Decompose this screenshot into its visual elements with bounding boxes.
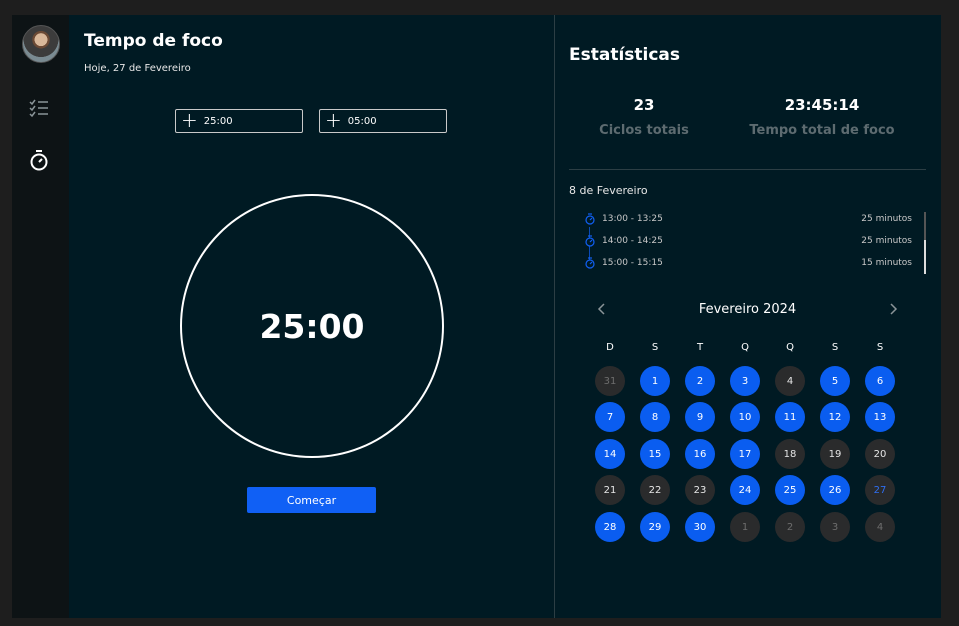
calendar-day[interactable]: 25 <box>775 475 805 505</box>
calendar-day[interactable]: 5 <box>820 366 850 396</box>
page-title: Tempo de foco <box>84 31 223 51</box>
calendar-day[interactable]: 12 <box>820 402 850 432</box>
calendar-day[interactable]: 17 <box>730 439 760 469</box>
calendar-day[interactable]: 2 <box>685 366 715 396</box>
calendar-day[interactable]: 11 <box>775 402 805 432</box>
calendar-day[interactable]: 1 <box>730 512 760 542</box>
calendar-day[interactable]: 24 <box>730 475 760 505</box>
weekday-label: S <box>831 342 839 353</box>
calendar-day[interactable]: 27 <box>865 475 895 505</box>
focus-duration-value: 25:00 <box>203 115 233 127</box>
plus-icon[interactable]: + <box>181 110 198 130</box>
session-scrollbar-thumb[interactable] <box>924 240 926 274</box>
checklist-icon[interactable] <box>28 97 50 119</box>
stopwatch-icon[interactable] <box>28 149 50 171</box>
calendar-day[interactable]: 20 <box>865 439 895 469</box>
calendar-day[interactable]: 1 <box>640 366 670 396</box>
calendar-day[interactable]: 13 <box>865 402 895 432</box>
weekday-label: D <box>606 342 614 353</box>
total-cycles-value: 23 <box>633 96 655 114</box>
calendar-header: Fevereiro 2024 <box>595 298 900 320</box>
session-duration: 15 minutos <box>861 258 912 268</box>
timer-circle: 25:00 <box>180 194 444 458</box>
app-window: Tempo de foco Hoje, 27 de Fevereiro + 25… <box>12 15 941 618</box>
calendar-day[interactable]: 31 <box>595 366 625 396</box>
break-duration-value: 05:00 <box>347 115 377 127</box>
calendar-day[interactable]: 30 <box>685 512 715 542</box>
calendar-day[interactable]: 7 <box>595 402 625 432</box>
calendar-day[interactable]: 6 <box>865 366 895 396</box>
session-range: 14:00 - 14:25 <box>602 236 663 246</box>
session-duration: 25 minutos <box>861 214 912 224</box>
weekday-label: S <box>876 342 884 353</box>
calendar-day[interactable]: 2 <box>775 512 805 542</box>
calendar-day[interactable]: 28 <box>595 512 625 542</box>
chevron-right-icon[interactable] <box>886 302 900 316</box>
total-focus-time-label: Tempo total de foco <box>749 123 895 138</box>
stopwatch-icon <box>585 235 595 247</box>
calendar-day[interactable]: 14 <box>595 439 625 469</box>
calendar-day[interactable]: 26 <box>820 475 850 505</box>
weekday-label: Q <box>786 342 794 353</box>
calendar-day[interactable]: 3 <box>820 512 850 542</box>
calendar-day[interactable]: 3 <box>730 366 760 396</box>
calendar-day[interactable]: 18 <box>775 439 805 469</box>
session-range: 13:00 - 13:25 <box>602 214 663 224</box>
calendar-day[interactable]: 15 <box>640 439 670 469</box>
today-date: Hoje, 27 de Fevereiro <box>84 63 191 74</box>
focus-panel: Tempo de foco Hoje, 27 de Fevereiro + 25… <box>69 15 554 618</box>
weekday-label: S <box>651 342 659 353</box>
start-button[interactable]: Começar <box>247 487 376 513</box>
total-cycles-label: Ciclos totais <box>599 123 689 138</box>
calendar-day[interactable]: 8 <box>640 402 670 432</box>
calendar-day[interactable]: 22 <box>640 475 670 505</box>
calendar-day[interactable]: 16 <box>685 439 715 469</box>
calendar-day[interactable]: 10 <box>730 402 760 432</box>
calendar-day[interactable]: 9 <box>685 402 715 432</box>
plus-icon[interactable]: + <box>325 110 342 130</box>
calendar-day[interactable]: 4 <box>865 512 895 542</box>
timer-display: 25:00 <box>259 306 365 346</box>
session-date: 8 de Fevereiro <box>569 184 648 197</box>
stopwatch-icon <box>585 213 595 225</box>
calendar-day[interactable]: 4 <box>775 366 805 396</box>
avatar[interactable] <box>22 25 60 63</box>
total-focus-time-value: 23:45:14 <box>784 96 860 114</box>
calendar-day[interactable]: 19 <box>820 439 850 469</box>
calendar-day[interactable]: 29 <box>640 512 670 542</box>
session-item: 13:00 - 13:25 25 minutos <box>584 212 912 226</box>
break-duration-input[interactable]: + 05:00 <box>319 109 447 133</box>
stats-panel: Estatísticas 23 Ciclos totais 23:45:14 T… <box>555 15 941 618</box>
session-item: 14:00 - 14:25 25 minutos <box>584 234 912 248</box>
calendar-day[interactable]: 21 <box>595 475 625 505</box>
weekday-label: Q <box>741 342 749 353</box>
calendar-day[interactable]: 23 <box>685 475 715 505</box>
calendar-month: Fevereiro 2024 <box>698 301 797 317</box>
session-duration: 25 minutos <box>861 236 912 246</box>
sidebar <box>12 15 69 618</box>
chevron-left-icon[interactable] <box>595 302 609 316</box>
stats-title: Estatísticas <box>569 45 681 65</box>
weekday-label: T <box>696 342 704 353</box>
focus-duration-input[interactable]: + 25:00 <box>175 109 303 133</box>
stopwatch-icon <box>585 257 595 269</box>
divider <box>569 169 926 170</box>
session-item: 15:00 - 15:15 15 minutos <box>584 256 912 270</box>
session-range: 15:00 - 15:15 <box>602 258 663 268</box>
